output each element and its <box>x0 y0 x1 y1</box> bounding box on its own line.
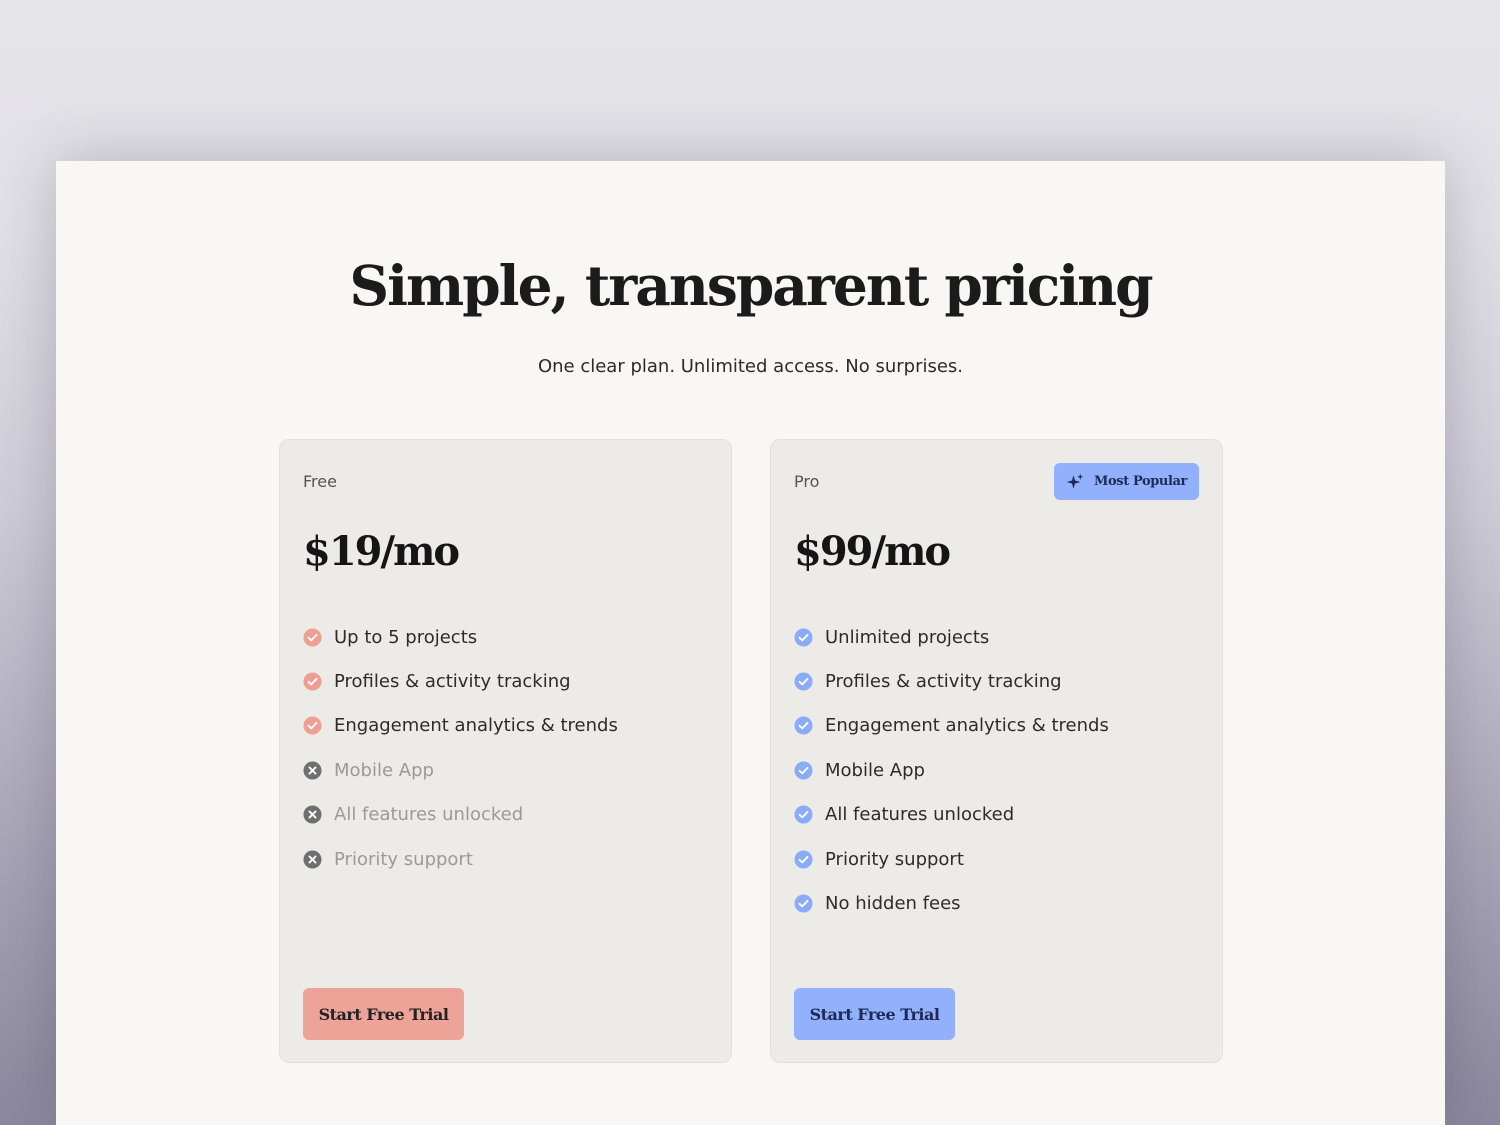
feature-item: Priority support <box>303 837 618 881</box>
feature-label: No hidden fees <box>825 893 961 915</box>
feature-item: Unlimited projects <box>794 615 1109 659</box>
plan-card-free: Free $19/mo Up to 5 projects Profiles & a… <box>279 439 732 1063</box>
check-circle-icon <box>794 628 813 647</box>
check-circle-icon <box>794 672 813 691</box>
page-title: Simple, transparent pricing <box>349 253 1153 318</box>
start-free-trial-button[interactable]: Start Free Trial <box>794 988 955 1040</box>
feature-item: Engagement analytics & trends <box>794 704 1109 748</box>
feature-item: Priority support <box>794 837 1109 881</box>
start-free-trial-button[interactable]: Start Free Trial <box>303 988 464 1040</box>
x-circle-icon <box>303 850 322 869</box>
feature-label: Up to 5 projects <box>334 626 478 648</box>
feature-label: Engagement analytics & trends <box>825 715 1109 737</box>
page-subtitle: One clear plan. Unlimited access. No sur… <box>537 356 964 377</box>
feature-label: Priority support <box>825 848 964 870</box>
x-circle-icon <box>303 805 322 824</box>
feature-list: Up to 5 projects Profiles & activity trac… <box>303 615 618 881</box>
feature-label: Priority support <box>334 848 473 870</box>
check-circle-icon <box>794 716 813 735</box>
feature-label: Profiles & activity tracking <box>334 671 571 693</box>
feature-label: Mobile App <box>334 759 434 781</box>
feature-item: Up to 5 projects <box>303 615 618 659</box>
feature-label: Mobile App <box>825 759 925 781</box>
plan-price: $19/mo <box>303 528 460 575</box>
feature-item: No hidden fees <box>794 881 1109 925</box>
check-circle-icon <box>303 628 322 647</box>
feature-label: Engagement analytics & trends <box>334 715 618 737</box>
feature-label: All features unlocked <box>825 804 1015 826</box>
badge-label: Most Popular <box>1094 474 1187 489</box>
feature-label: Profiles & activity tracking <box>825 671 1062 693</box>
feature-item: All features unlocked <box>303 793 618 837</box>
feature-label: Unlimited projects <box>825 626 990 648</box>
plan-price: $99/mo <box>794 528 951 575</box>
plan-card-pro: Pro Most Popular $99/mo Unlimited projec… <box>770 439 1223 1063</box>
check-circle-icon <box>303 716 322 735</box>
check-circle-icon <box>303 672 322 691</box>
plan-name: Free <box>303 472 337 491</box>
feature-item: Profiles & activity tracking <box>794 659 1109 703</box>
check-circle-icon <box>794 850 813 869</box>
feature-item: Mobile App <box>794 748 1109 792</box>
feature-list: Unlimited projects Profiles & activity tr… <box>794 615 1109 926</box>
feature-item: Mobile App <box>303 748 618 792</box>
x-circle-icon <box>303 761 322 780</box>
sparkles-icon <box>1066 473 1084 489</box>
check-circle-icon <box>794 805 813 824</box>
feature-item: Profiles & activity tracking <box>303 659 618 703</box>
check-circle-icon <box>794 894 813 913</box>
feature-label: All features unlocked <box>334 804 524 826</box>
check-circle-icon <box>794 761 813 780</box>
plan-name: Pro <box>794 472 820 491</box>
feature-item: Engagement analytics & trends <box>303 704 618 748</box>
pricing-panel: Simple, transparent pricing One clear pl… <box>56 161 1445 1125</box>
feature-item: All features unlocked <box>794 793 1109 837</box>
most-popular-badge: Most Popular <box>1054 463 1199 500</box>
